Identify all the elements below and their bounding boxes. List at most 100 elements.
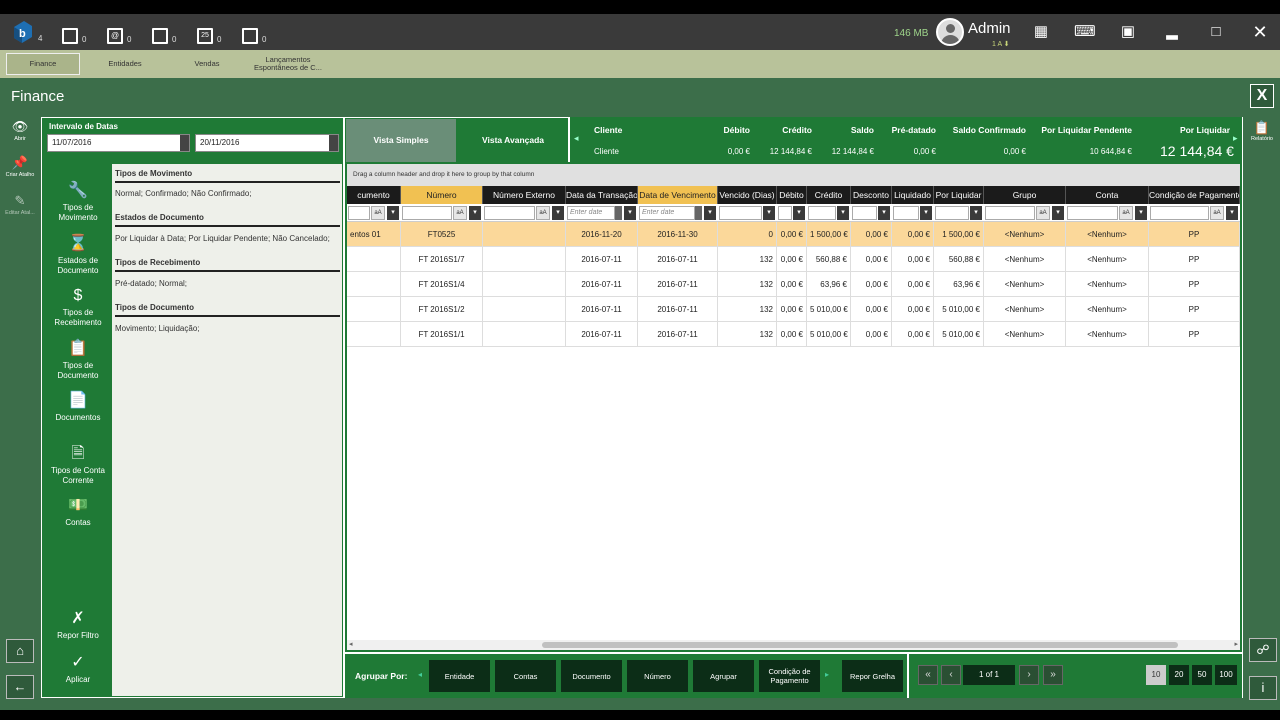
- close-workspace-button[interactable]: X: [1250, 84, 1274, 108]
- filter-input[interactable]: Enter date: [639, 206, 695, 220]
- column-header[interactable]: Desconto: [851, 186, 892, 204]
- group-numero-button[interactable]: Número: [627, 660, 688, 692]
- filter-tipos-movimento[interactable]: 🔧 Tipos de Movimento: [44, 182, 112, 223]
- app-logo[interactable]: b: [10, 19, 34, 45]
- report-button[interactable]: 📋 Relatório: [1248, 120, 1276, 142]
- date-to-input[interactable]: 20/11/2016: [195, 134, 339, 152]
- filter-funnel-icon[interactable]: ▾: [1135, 206, 1147, 220]
- filter-funnel-icon[interactable]: ▾: [920, 206, 932, 220]
- prev-page-icon[interactable]: ‹: [941, 665, 961, 685]
- filter-input[interactable]: [893, 206, 919, 220]
- filter-input[interactable]: [1150, 206, 1209, 220]
- calendar-picker-icon[interactable]: [694, 206, 702, 220]
- notes-button[interactable]: 0: [152, 20, 176, 44]
- first-page-icon[interactable]: «: [918, 665, 938, 685]
- case-sensitive-button[interactable]: aA: [371, 206, 385, 220]
- filter-input[interactable]: [484, 206, 535, 220]
- filter-funnel-icon[interactable]: ▾: [387, 206, 399, 220]
- column-header[interactable]: Crédito: [807, 186, 851, 204]
- group-entidade-button[interactable]: Entidade: [429, 660, 490, 692]
- tab-vista-avancada[interactable]: Vista Avançada: [458, 119, 568, 162]
- last-page-icon[interactable]: »: [1043, 665, 1063, 685]
- table-row[interactable]: FT 2016S1/2 2016-07-11 2016-07-11 132 0,00 €…: [347, 297, 1240, 322]
- info-button[interactable]: i: [1249, 676, 1277, 700]
- group-left-arrow-icon[interactable]: ◂: [418, 670, 422, 679]
- column-header[interactable]: cumento: [347, 186, 401, 204]
- close-icon[interactable]: ✕: [1250, 23, 1270, 41]
- case-sensitive-button[interactable]: aA: [536, 206, 550, 220]
- keyboard-icon[interactable]: ⌨: [1074, 23, 1096, 41]
- scroll-right-icon[interactable]: ▸: [1234, 640, 1238, 648]
- date-from-input[interactable]: 11/07/2016: [47, 134, 190, 152]
- screen-icon[interactable]: ▣: [1118, 23, 1138, 41]
- page-size-10[interactable]: 10: [1146, 665, 1166, 685]
- column-header[interactable]: Liquidado: [892, 186, 934, 204]
- open-button[interactable]: 👁 Abrir: [3, 120, 37, 143]
- column-header[interactable]: Por Liquidar: [934, 186, 984, 204]
- user-avatar-icon[interactable]: [936, 18, 964, 46]
- tab-vendas[interactable]: Vendas: [170, 53, 244, 75]
- group-drop-area[interactable]: Drag a column header and drop it here to…: [347, 164, 1240, 186]
- filter-input[interactable]: [852, 206, 877, 220]
- case-sensitive-button[interactable]: aA: [453, 206, 467, 220]
- case-sensitive-button[interactable]: aA: [1036, 206, 1050, 220]
- filter-input[interactable]: [348, 206, 370, 220]
- tab-vista-simples[interactable]: Vista Simples: [346, 119, 456, 162]
- tasks-button[interactable]: 0: [242, 20, 266, 44]
- edit-shortcut-button[interactable]: ✎ Editar Atal...: [3, 194, 37, 217]
- filter-funnel-icon[interactable]: ▾: [1052, 206, 1064, 220]
- calendar-button[interactable]: 25 0: [197, 20, 221, 44]
- group-contas-button[interactable]: Contas: [495, 660, 556, 692]
- filter-tipos-conta-corrente[interactable]: 🗎 Tipos de Conta Corrente: [44, 445, 112, 486]
- filter-input[interactable]: [808, 206, 836, 220]
- filter-tipos-recebimento[interactable]: $ Tipos de Recebimento: [44, 287, 112, 328]
- filter-input[interactable]: [719, 206, 762, 220]
- reset-filter-button[interactable]: ✗ Repor Filtro: [44, 610, 112, 641]
- column-header[interactable]: Data da Transação: [566, 186, 638, 204]
- filter-input[interactable]: [402, 206, 452, 220]
- summary-left-arrow-icon[interactable]: ◂: [574, 133, 579, 144]
- table-row[interactable]: entos 01 FT0525 2016-11-20 2016-11-30 0 0,00 …: [347, 222, 1240, 247]
- column-header[interactable]: Número Externo: [483, 186, 566, 204]
- layout-icon[interactable]: ▦: [1031, 23, 1051, 41]
- reset-grid-button[interactable]: Repor Grelha: [842, 660, 903, 692]
- new-document-button[interactable]: 0: [62, 20, 86, 44]
- calendar-picker-icon[interactable]: [329, 135, 338, 151]
- filter-funnel-icon[interactable]: ▾: [793, 206, 805, 220]
- group-agrupar-button[interactable]: Agrupar: [693, 660, 754, 692]
- filter-funnel-icon[interactable]: ▾: [469, 206, 481, 220]
- group-condicao-button[interactable]: Condição de Pagamento: [759, 660, 820, 692]
- filter-funnel-icon[interactable]: ▾: [763, 206, 775, 220]
- filter-input[interactable]: [1067, 206, 1118, 220]
- page-size-50[interactable]: 50: [1192, 665, 1212, 685]
- page-size-100[interactable]: 100: [1215, 665, 1237, 685]
- filter-funnel-icon[interactable]: ▾: [624, 206, 636, 220]
- filter-tipos-documento[interactable]: 📋 Tipos de Documento: [44, 340, 112, 381]
- filter-input[interactable]: Enter date: [567, 206, 615, 220]
- group-right-arrow-icon[interactable]: ▸: [825, 670, 829, 679]
- filter-input[interactable]: [985, 206, 1035, 220]
- filter-funnel-icon[interactable]: ▾: [878, 206, 890, 220]
- email-button[interactable]: @ 0: [107, 20, 131, 44]
- case-sensitive-button[interactable]: aA: [1210, 206, 1224, 220]
- filter-funnel-icon[interactable]: ▾: [552, 206, 564, 220]
- table-row[interactable]: FT 2016S1/7 2016-07-11 2016-07-11 132 0,00 €…: [347, 247, 1240, 272]
- create-shortcut-button[interactable]: 📌 Criar Atalho: [3, 156, 37, 179]
- calendar-picker-icon[interactable]: [180, 135, 189, 151]
- scroll-thumb[interactable]: [542, 642, 1178, 648]
- column-header[interactable]: Data de Vencimento: [638, 186, 718, 204]
- horizontal-scrollbar[interactable]: ◂ ▸: [347, 640, 1240, 650]
- home-button[interactable]: ⌂: [6, 639, 34, 663]
- filter-input[interactable]: [778, 206, 792, 220]
- table-row[interactable]: FT 2016S1/1 2016-07-11 2016-07-11 132 0,00 €…: [347, 322, 1240, 347]
- filter-funnel-icon[interactable]: ▾: [970, 206, 982, 220]
- filter-estados-documento[interactable]: ⌛ Estados de Documento: [44, 235, 112, 276]
- apply-button[interactable]: ✓ Aplicar: [44, 654, 112, 685]
- tab-entidades[interactable]: Entidades: [88, 53, 162, 75]
- page-size-20[interactable]: 20: [1169, 665, 1189, 685]
- column-header[interactable]: Débito: [777, 186, 807, 204]
- column-header[interactable]: Vencido (Dias): [718, 186, 777, 204]
- filter-input[interactable]: [935, 206, 969, 220]
- filter-funnel-icon[interactable]: ▾: [704, 206, 716, 220]
- share-button[interactable]: ☍: [1249, 638, 1277, 662]
